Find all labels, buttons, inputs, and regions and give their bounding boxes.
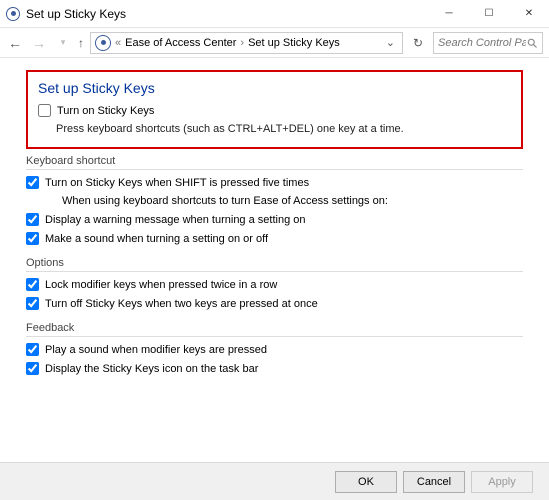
title-bar: Set up Sticky Keys ─ ☐ ✕ bbox=[0, 0, 549, 28]
footer-bar: OK Cancel Apply bbox=[0, 462, 549, 500]
checkbox-label: Play a sound when modifier keys are pres… bbox=[45, 344, 267, 356]
checkbox-label: Make a sound when turning a setting on o… bbox=[45, 233, 268, 245]
address-dropdown[interactable]: ⌄ bbox=[383, 36, 398, 49]
turn-off-two-keys-row[interactable]: Turn off Sticky Keys when two keys are p… bbox=[26, 297, 523, 310]
checkbox-label: Turn off Sticky Keys when two keys are p… bbox=[45, 298, 318, 310]
shift-five-times-row[interactable]: Turn on Sticky Keys when SHIFT is presse… bbox=[26, 176, 523, 189]
sub-description: When using keyboard shortcuts to turn Ea… bbox=[62, 195, 523, 207]
taskbar-icon-checkbox[interactable] bbox=[26, 362, 39, 375]
ok-button[interactable]: OK bbox=[335, 471, 397, 493]
section-title: Options bbox=[26, 257, 523, 272]
page-title: Set up Sticky Keys bbox=[38, 80, 511, 96]
search-box[interactable] bbox=[433, 32, 543, 54]
forward-button[interactable]: → bbox=[30, 35, 48, 51]
checkbox-label: Turn on Sticky Keys when SHIFT is presse… bbox=[45, 177, 309, 189]
cancel-button[interactable]: Cancel bbox=[403, 471, 465, 493]
chevron-icon: › bbox=[240, 37, 244, 49]
up-button[interactable]: ↑ bbox=[78, 36, 84, 50]
chevron-icon: « bbox=[115, 37, 121, 49]
back-button[interactable]: ← bbox=[6, 35, 24, 51]
keyboard-shortcut-section: Keyboard shortcut Turn on Sticky Keys wh… bbox=[26, 155, 523, 245]
search-icon bbox=[526, 36, 538, 50]
make-sound-row[interactable]: Make a sound when turning a setting on o… bbox=[26, 232, 523, 245]
hero-section: Set up Sticky Keys Turn on Sticky Keys P… bbox=[26, 70, 523, 149]
hero-description: Press keyboard shortcuts (such as CTRL+A… bbox=[56, 123, 511, 135]
checkbox-label: Display a warning message when turning a… bbox=[45, 214, 305, 226]
apply-button[interactable]: Apply bbox=[471, 471, 533, 493]
checkbox-label: Lock modifier keys when pressed twice in… bbox=[45, 279, 277, 291]
window-title: Set up Sticky Keys bbox=[26, 7, 429, 21]
options-section: Options Lock modifier keys when pressed … bbox=[26, 257, 523, 310]
section-title: Keyboard shortcut bbox=[26, 155, 523, 170]
shift-five-times-checkbox[interactable] bbox=[26, 176, 39, 189]
checkbox-label: Display the Sticky Keys icon on the task… bbox=[45, 363, 258, 375]
address-bar[interactable]: « Ease of Access Center › Set up Sticky … bbox=[90, 32, 403, 54]
lock-modifier-checkbox[interactable] bbox=[26, 278, 39, 291]
taskbar-icon-row[interactable]: Display the Sticky Keys icon on the task… bbox=[26, 362, 523, 375]
play-sound-row[interactable]: Play a sound when modifier keys are pres… bbox=[26, 343, 523, 356]
warning-message-row[interactable]: Display a warning message when turning a… bbox=[26, 213, 523, 226]
turn-on-sticky-keys-checkbox[interactable] bbox=[38, 104, 51, 117]
content-area: Set up Sticky Keys Turn on Sticky Keys P… bbox=[0, 58, 549, 454]
section-title: Feedback bbox=[26, 322, 523, 337]
close-button[interactable]: ✕ bbox=[509, 0, 549, 28]
breadcrumb-item[interactable]: Ease of Access Center bbox=[125, 37, 236, 49]
turn-on-sticky-keys-label: Turn on Sticky Keys bbox=[57, 105, 154, 117]
feedback-section: Feedback Play a sound when modifier keys… bbox=[26, 322, 523, 375]
control-panel-icon bbox=[6, 7, 20, 21]
turn-off-two-keys-checkbox[interactable] bbox=[26, 297, 39, 310]
play-sound-checkbox[interactable] bbox=[26, 343, 39, 356]
make-sound-checkbox[interactable] bbox=[26, 232, 39, 245]
breadcrumb-item[interactable]: Set up Sticky Keys bbox=[248, 37, 340, 49]
search-input[interactable] bbox=[438, 37, 526, 49]
refresh-button[interactable]: ↻ bbox=[409, 36, 427, 50]
warning-message-checkbox[interactable] bbox=[26, 213, 39, 226]
maximize-button[interactable]: ☐ bbox=[469, 0, 509, 28]
recent-dropdown[interactable]: ▾ bbox=[54, 37, 72, 48]
control-panel-icon bbox=[95, 35, 111, 51]
minimize-button[interactable]: ─ bbox=[429, 0, 469, 28]
turn-on-sticky-keys-row[interactable]: Turn on Sticky Keys bbox=[38, 104, 511, 117]
lock-modifier-row[interactable]: Lock modifier keys when pressed twice in… bbox=[26, 278, 523, 291]
nav-bar: ← → ▾ ↑ « Ease of Access Center › Set up… bbox=[0, 28, 549, 58]
